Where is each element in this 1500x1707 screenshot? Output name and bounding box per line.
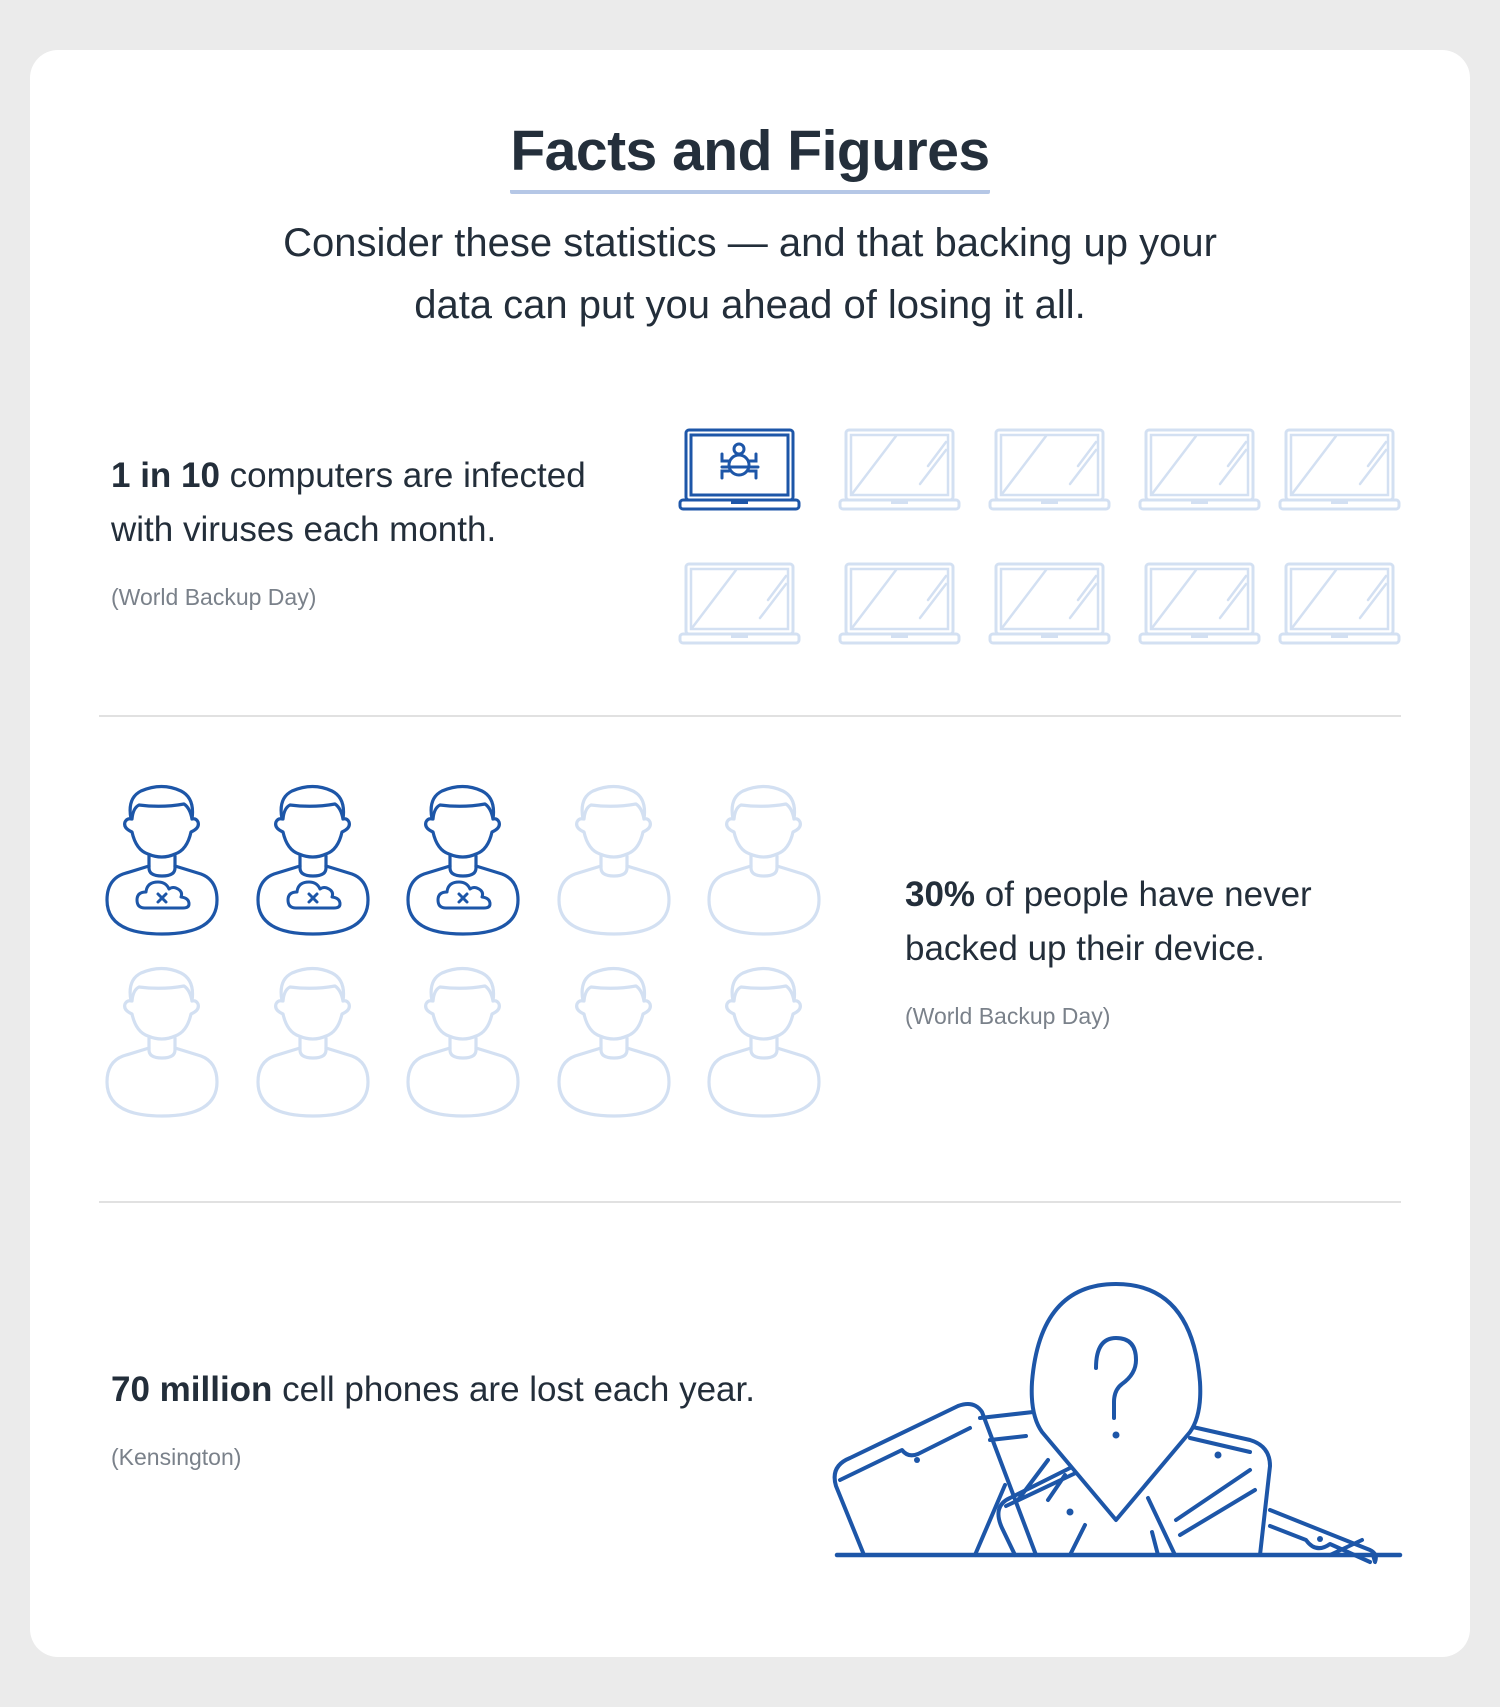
head (575, 966, 652, 1041)
stat-computers-infected: 1 in 10 computers are infected with viru… (111, 449, 586, 557)
page-title-text: Facts and Figures (510, 118, 990, 194)
laptop-icon (678, 562, 801, 645)
cloud-error-icon (436, 880, 492, 910)
head (123, 966, 200, 1041)
laptop-icon (1138, 428, 1261, 511)
stat-phones-lost: 70 million cell phones are lost each yea… (111, 1363, 755, 1417)
stat-highlight: 70 million (111, 1370, 273, 1409)
person-icon (256, 966, 370, 1118)
subtitle-line-2: data can put you ahead of losing it all. (414, 283, 1086, 327)
subtitle-line-1: Consider these statistics — and that bac… (283, 221, 1217, 265)
person-cloud-error-icon (406, 784, 520, 936)
stat-highlight: 1 in 10 (111, 456, 220, 495)
stat-source: (World Backup Day) (111, 584, 317, 610)
screen-glare (1000, 434, 1098, 496)
laptop-icon (1138, 562, 1261, 645)
laptop-icon (838, 562, 961, 645)
person-cloud-error-icon (256, 784, 370, 936)
stat-text: computers are infected (219, 456, 586, 495)
screen-glare (690, 568, 788, 630)
person-icon (557, 784, 671, 936)
head (424, 784, 501, 859)
person-icon (557, 966, 671, 1118)
stat-highlight: 30% (905, 875, 976, 914)
laptop-icon (838, 428, 961, 511)
stat-source: (World Backup Day) (905, 1003, 1111, 1029)
screen-glare (850, 568, 948, 630)
head (725, 966, 802, 1041)
cloud-error-icon (135, 880, 191, 910)
laptop-icon (1278, 562, 1401, 645)
head (575, 784, 652, 859)
person-icon (707, 966, 821, 1118)
screen-glare (1290, 568, 1388, 630)
stat-source: (Kensington) (111, 1444, 242, 1470)
person-cloud-error-icon (105, 784, 219, 936)
head (274, 784, 351, 859)
laptop-icon (1278, 428, 1401, 511)
person-icon (105, 966, 219, 1118)
stat-text: cell phones are lost each year. (272, 1370, 755, 1409)
bug-icon (720, 442, 760, 480)
page-title: Facts and Figures (0, 118, 1500, 194)
screen-glare (1000, 568, 1098, 630)
person-icon (707, 784, 821, 936)
laptop-icon (988, 562, 1111, 645)
screen-glare (1150, 568, 1248, 630)
head (424, 966, 501, 1041)
page-subtitle: Consider these statistics — and that bac… (0, 212, 1500, 336)
cloud-error-icon (286, 880, 342, 910)
head (123, 784, 200, 859)
person-icon (406, 966, 520, 1118)
screen-glare (1150, 434, 1248, 496)
head (274, 966, 351, 1041)
laptop-icon (988, 428, 1111, 511)
stat-text: backed up their device. (905, 929, 1265, 968)
stat-people-no-backup: 30% of people have never backed up their… (905, 868, 1312, 976)
lost-phones-location-pin-icon (832, 1282, 1403, 1564)
laptop-bug-icon (678, 428, 801, 511)
stat-text: with viruses each month. (111, 510, 497, 549)
screen-glare (850, 434, 948, 496)
head (725, 784, 802, 859)
screen-glare (1290, 434, 1388, 496)
stat-text: of people have never (975, 875, 1312, 914)
section-divider (99, 715, 1401, 717)
section-divider (99, 1201, 1401, 1203)
